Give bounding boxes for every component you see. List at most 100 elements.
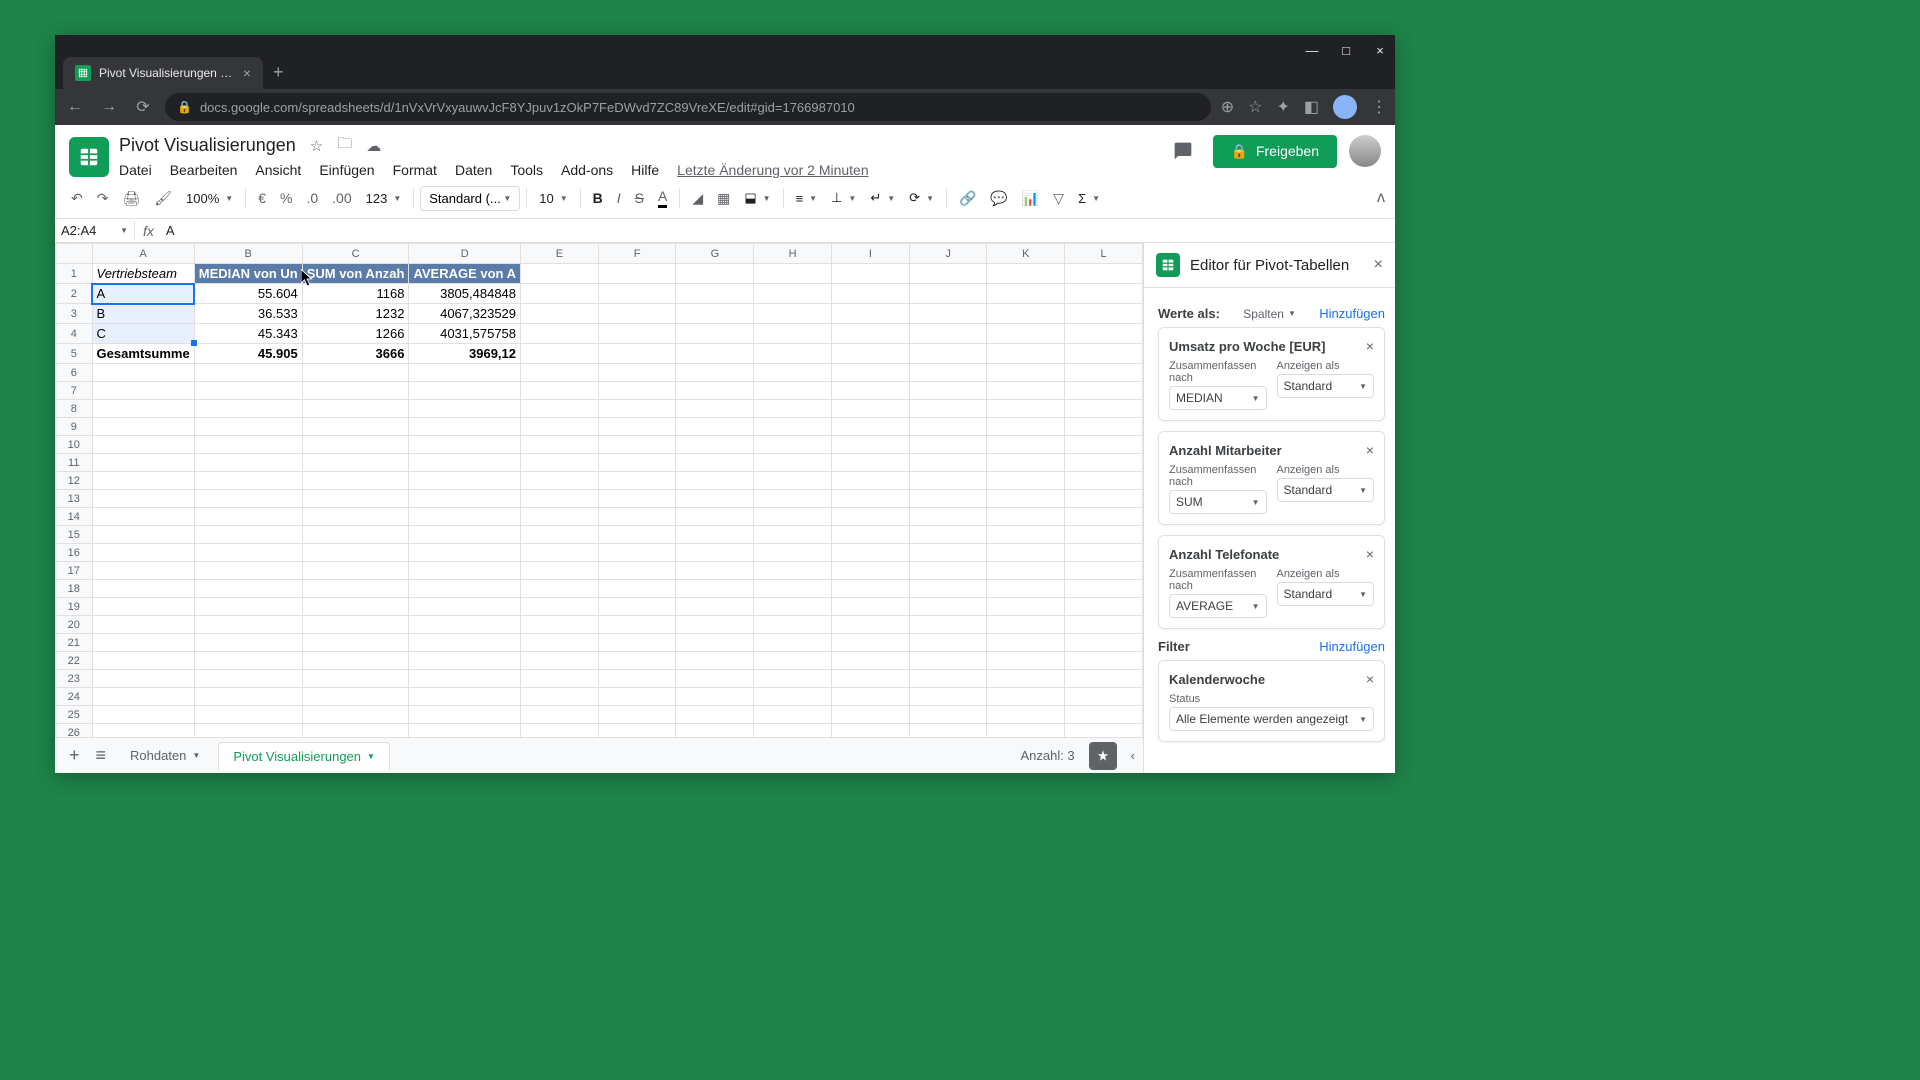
col-header-D[interactable]: D: [409, 244, 521, 264]
cell[interactable]: [754, 526, 832, 544]
cell[interactable]: [92, 688, 194, 706]
cell[interactable]: [909, 304, 987, 324]
cell[interactable]: [194, 364, 302, 382]
cell[interactable]: [302, 634, 409, 652]
cell[interactable]: [676, 264, 754, 284]
cell[interactable]: [754, 706, 832, 724]
redo-button[interactable]: ↷: [91, 186, 115, 211]
strikethrough-button[interactable]: S: [629, 186, 650, 210]
move-doc-icon[interactable]: 🗀: [337, 133, 352, 158]
cell[interactable]: [521, 544, 599, 562]
cell[interactable]: [754, 508, 832, 526]
cell[interactable]: [1065, 344, 1143, 364]
cell[interactable]: [987, 634, 1065, 652]
menu-tools[interactable]: Tools: [510, 162, 543, 178]
showas-dropdown[interactable]: Standard: [1277, 582, 1375, 606]
cell[interactable]: [521, 344, 599, 364]
cell[interactable]: [598, 284, 676, 304]
cell[interactable]: [92, 544, 194, 562]
cell[interactable]: 1168: [302, 284, 409, 304]
cell[interactable]: [987, 284, 1065, 304]
cell[interactable]: Vertriebsteam: [92, 264, 194, 284]
cell[interactable]: [754, 544, 832, 562]
cell[interactable]: [521, 508, 599, 526]
cell[interactable]: [676, 284, 754, 304]
cell[interactable]: [521, 454, 599, 472]
font-size-dropdown[interactable]: 10: [533, 187, 573, 210]
cell[interactable]: [1065, 562, 1143, 580]
col-header-I[interactable]: I: [832, 244, 910, 264]
cell[interactable]: [521, 562, 599, 580]
cell[interactable]: [676, 724, 754, 738]
cell[interactable]: [754, 724, 832, 738]
cell[interactable]: [598, 526, 676, 544]
cell[interactable]: [832, 284, 910, 304]
cell[interactable]: [302, 454, 409, 472]
all-sheets-button[interactable]: ≡: [90, 739, 113, 772]
cell[interactable]: [92, 382, 194, 400]
cell[interactable]: [521, 418, 599, 436]
cell[interactable]: [521, 400, 599, 418]
cell[interactable]: [409, 670, 521, 688]
cell[interactable]: [909, 706, 987, 724]
row-header[interactable]: 25: [56, 706, 93, 724]
cell[interactable]: [676, 598, 754, 616]
cell[interactable]: [194, 472, 302, 490]
cell[interactable]: [194, 580, 302, 598]
star-doc-icon[interactable]: ☆: [310, 137, 323, 155]
cell[interactable]: 55.604: [194, 284, 302, 304]
cell[interactable]: [987, 580, 1065, 598]
cell[interactable]: [598, 562, 676, 580]
cell[interactable]: 3805,484848: [409, 284, 521, 304]
cell[interactable]: [1065, 454, 1143, 472]
cell[interactable]: [598, 400, 676, 418]
cell[interactable]: [302, 364, 409, 382]
cell[interactable]: [832, 418, 910, 436]
cell[interactable]: [409, 652, 521, 670]
cell[interactable]: [409, 418, 521, 436]
cell[interactable]: [409, 706, 521, 724]
cell[interactable]: [92, 616, 194, 634]
last-edit-link[interactable]: Letzte Änderung vor 2 Minuten: [677, 162, 868, 178]
new-tab-button[interactable]: +: [273, 62, 284, 83]
cell[interactable]: [832, 454, 910, 472]
cell[interactable]: [1065, 634, 1143, 652]
cell[interactable]: [194, 616, 302, 634]
cell[interactable]: [832, 580, 910, 598]
row-header[interactable]: 6: [56, 364, 93, 382]
cell[interactable]: [598, 670, 676, 688]
cell[interactable]: [194, 400, 302, 418]
cell[interactable]: [598, 418, 676, 436]
cell[interactable]: [521, 580, 599, 598]
selection-handle[interactable]: [191, 340, 197, 346]
cell[interactable]: [409, 400, 521, 418]
cell[interactable]: [521, 724, 599, 738]
row-header[interactable]: 18: [56, 580, 93, 598]
comments-button[interactable]: [1165, 133, 1201, 169]
cell[interactable]: [909, 472, 987, 490]
row-header[interactable]: 11: [56, 454, 93, 472]
cell[interactable]: [598, 344, 676, 364]
cell[interactable]: [909, 616, 987, 634]
name-box[interactable]: A2:A4: [55, 221, 135, 240]
cell[interactable]: 36.533: [194, 304, 302, 324]
cell[interactable]: [194, 436, 302, 454]
cell[interactable]: [598, 454, 676, 472]
row-header[interactable]: 17: [56, 562, 93, 580]
cell[interactable]: [832, 688, 910, 706]
cell[interactable]: [987, 670, 1065, 688]
row-header[interactable]: 4: [56, 324, 93, 344]
cell[interactable]: [92, 652, 194, 670]
cell[interactable]: [92, 706, 194, 724]
cell[interactable]: [754, 418, 832, 436]
cell[interactable]: [521, 526, 599, 544]
sheets-logo[interactable]: [69, 137, 109, 177]
menu-help[interactable]: Hilfe: [631, 162, 659, 178]
maximize-button[interactable]: □: [1339, 43, 1353, 58]
cell[interactable]: [194, 544, 302, 562]
cell[interactable]: [832, 344, 910, 364]
cell[interactable]: MEDIAN von Un: [194, 264, 302, 284]
cell[interactable]: [909, 418, 987, 436]
row-header[interactable]: 7: [56, 382, 93, 400]
cell[interactable]: [676, 324, 754, 344]
